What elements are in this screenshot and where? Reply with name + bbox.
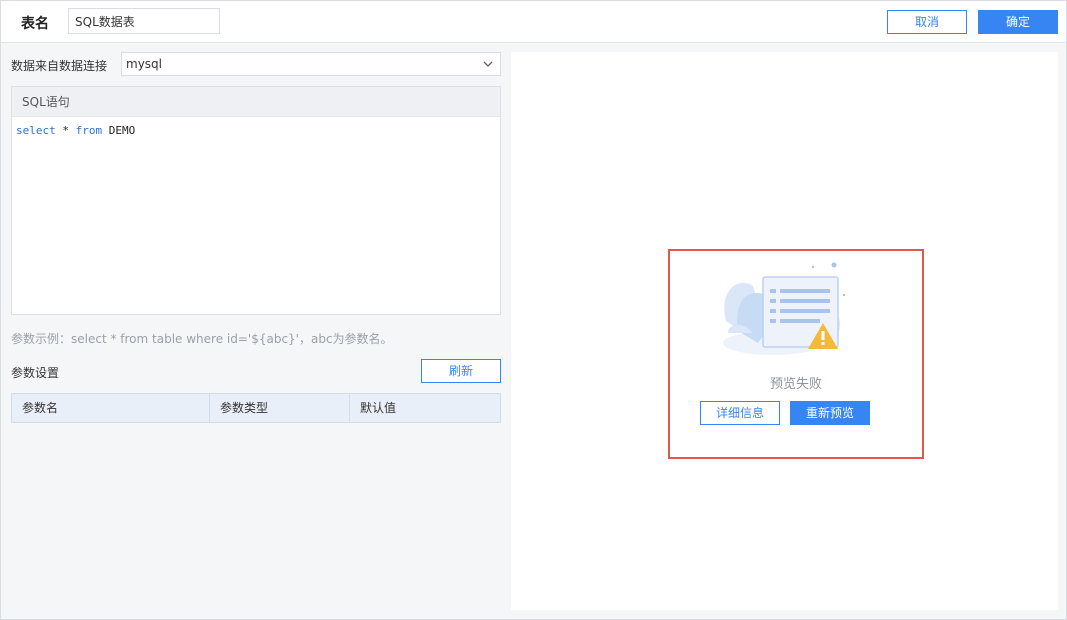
table-name-label: 表名 [21,16,49,32]
connection-label: 数据来自数据连接 [11,59,108,73]
sql-token: DEMO [102,124,136,137]
preview-failed-text: 预览失败 [769,377,822,392]
connection-select-value: mysql [126,57,162,71]
detail-info-button[interactable]: 详细信息 [700,401,780,425]
repreview-button[interactable]: 重新预览 [790,401,870,425]
sql-token: select [16,124,56,137]
sql-token: * [55,124,76,137]
preview-error-box: 预览失败 详细信息 重新预览 [668,249,924,459]
preview-failed-illustration-icon [723,262,846,355]
sql-panel-title: SQL语句 [12,87,500,117]
refresh-button[interactable]: 刷新 [421,359,501,383]
column-header-param-name: 参数名 [12,394,210,422]
cancel-button[interactable]: 取消 [887,10,967,34]
preview-pane: 预览失败 详细信息 重新预览 [511,52,1058,610]
connection-select[interactable]: mysql [121,52,501,76]
sql-token: from [75,124,103,137]
ok-button[interactable]: 确定 [978,10,1058,34]
column-header-default-value: 默认值 [360,401,397,415]
param-table-header: 参数名 参数类型 默认值 [11,393,501,423]
param-settings-label: 参数设置 [11,366,60,380]
sql-dataset-dialog: 表名 取消 确定 数据来自数据连接 mysql SQL语句 select * f… [0,0,1067,620]
chevron-down-icon [483,61,493,67]
column-header-param-type: 参数类型 [210,394,350,422]
sql-panel: SQL语句 select * from DEMO [11,86,501,315]
table-name-input[interactable] [68,8,220,34]
param-hint: 参数示例：select * from table where id='${abc… [11,332,393,346]
sql-editor[interactable]: select * from DEMO [12,117,500,145]
header-bar: 表名 取消 确定 [1,1,1066,43]
